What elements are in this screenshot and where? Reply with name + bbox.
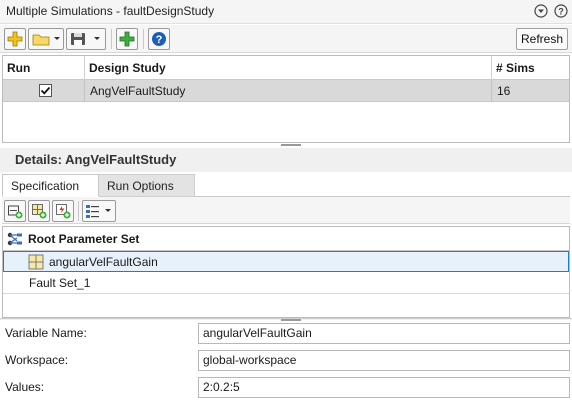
tab-specification[interactable]: Specification — [2, 174, 99, 197]
variable-name-row: Variable Name: angularVelFaultGain — [0, 321, 572, 345]
column-header-design-study[interactable]: Design Study — [85, 56, 492, 80]
check-icon — [40, 86, 51, 95]
add-parameter-space-button[interactable] — [28, 200, 50, 222]
tree-root-label: Root Parameter Set — [28, 232, 140, 246]
toolbar-separator — [143, 29, 144, 49]
add-fault-button[interactable] — [52, 200, 74, 222]
table-row[interactable]: AngVelFaultStudy 16 — [3, 80, 569, 102]
tab-run-options[interactable]: Run Options — [99, 174, 195, 197]
details-header: Details: AngVelFaultStudy — [0, 148, 572, 172]
help-circle-icon[interactable]: ? — [553, 3, 569, 19]
help-button[interactable]: ? — [148, 28, 170, 50]
add-parameter-button[interactable] — [4, 200, 26, 222]
tree-item-label: Fault Set_1 — [29, 276, 91, 290]
open-button[interactable] — [28, 28, 64, 50]
title-bar: Multiple Simulations - faultDesignStudy … — [0, 0, 572, 24]
values-field[interactable]: 2:0.2:5 — [198, 377, 570, 398]
add-fault-icon — [56, 204, 71, 219]
parameter-grid-icon — [28, 254, 44, 273]
table-header: Run Design Study # Sims — [3, 56, 569, 80]
save-button[interactable] — [66, 28, 106, 50]
column-header-sims[interactable]: # Sims — [492, 56, 571, 80]
parameter-tree: Root Parameter Set angularVelFaultGain F… — [2, 226, 570, 318]
tree-item-angular-vel-fault-gain[interactable]: angularVelFaultGain — [3, 251, 569, 272]
tree-item-fault-set-1[interactable]: Fault Set_1 — [3, 273, 569, 294]
toolbar-separator — [78, 201, 79, 221]
design-study-table: Run Design Study # Sims AngVelFaultStudy… — [2, 55, 570, 143]
design-study-cell[interactable]: AngVelFaultStudy — [85, 80, 492, 102]
main-toolbar: ? Refresh — [0, 25, 572, 53]
run-cell — [3, 80, 85, 102]
tree-root[interactable]: Root Parameter Set — [3, 227, 569, 251]
values-label: Values: — [5, 380, 45, 394]
add-parameter-space-icon — [32, 204, 47, 219]
toolbar-separator — [111, 29, 112, 49]
workspace-field[interactable]: global-workspace — [198, 350, 570, 371]
splitter-grip[interactable] — [281, 144, 301, 146]
specification-toolbar — [2, 197, 570, 224]
tree-root-icon — [7, 231, 23, 250]
new-icon — [7, 31, 23, 47]
variable-name-label: Variable Name: — [5, 326, 87, 340]
add-icon — [119, 31, 135, 47]
values-row: Values: 2:0.2:5 — [0, 375, 572, 399]
help-icon: ? — [152, 32, 166, 46]
run-checkbox[interactable] — [39, 84, 52, 97]
horizontal-splitter[interactable] — [0, 318, 572, 321]
refresh-button[interactable]: Refresh — [516, 28, 568, 50]
save-icon — [71, 33, 100, 45]
details-tabs: Specification Run Options — [2, 174, 570, 197]
window-title: Multiple Simulations - faultDesignStudy — [6, 4, 215, 18]
new-button[interactable] — [4, 28, 26, 50]
tree-item-label: angularVelFaultGain — [49, 255, 158, 269]
details-title: Details: AngVelFaultStudy — [15, 152, 177, 167]
view-options-button[interactable] — [82, 200, 116, 222]
column-header-run[interactable]: Run — [3, 56, 85, 80]
horizontal-splitter[interactable] — [0, 143, 572, 147]
variable-name-field[interactable]: angularVelFaultGain — [198, 323, 570, 344]
workspace-label: Workspace: — [5, 353, 69, 367]
open-folder-icon — [32, 34, 60, 46]
add-button[interactable] — [116, 28, 138, 50]
view-options-icon — [86, 205, 111, 218]
add-parameter-icon — [8, 205, 23, 219]
svg-text:?: ? — [156, 34, 163, 46]
svg-text:?: ? — [558, 7, 564, 17]
sims-cell[interactable]: 16 — [492, 80, 571, 102]
collapse-icon[interactable] — [533, 3, 549, 19]
workspace-row: Workspace: global-workspace — [0, 348, 572, 372]
